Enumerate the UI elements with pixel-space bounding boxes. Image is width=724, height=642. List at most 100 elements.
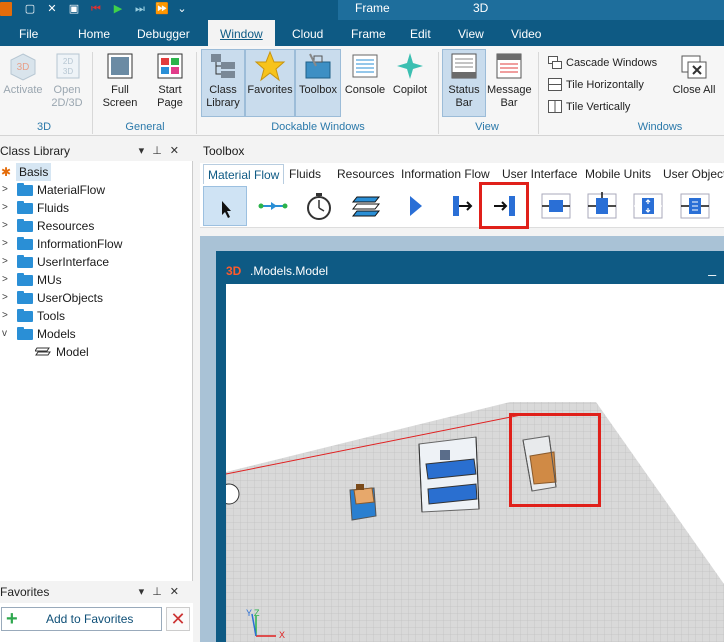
dismantle-tool[interactable]: [626, 186, 670, 226]
tab-window[interactable]: Window: [208, 20, 275, 46]
step-icon[interactable]: ⏭: [132, 2, 148, 17]
folder-icon: [17, 273, 33, 286]
toolbox-tab-user-interface[interactable]: User Interface: [502, 164, 577, 184]
stop-icon[interactable]: ⏮: [88, 2, 104, 17]
app-icon[interactable]: [0, 2, 12, 16]
context-3d-label: 3D: [473, 1, 489, 15]
play-icon[interactable]: ▶: [110, 2, 126, 17]
connector-tool[interactable]: [251, 186, 295, 226]
cascade-windows-button[interactable]: Cascade Windows: [548, 54, 657, 72]
expand-icon[interactable]: >: [2, 235, 8, 253]
collapse-icon[interactable]: v: [2, 325, 7, 343]
minimize-icon[interactable]: _: [708, 257, 716, 279]
event-controller-tool[interactable]: [297, 186, 341, 226]
copilot-button[interactable]: Copilot: [388, 50, 432, 97]
favorites-button[interactable]: Favorites: [245, 49, 295, 117]
tile-vertically-button[interactable]: Tile Vertically: [548, 98, 630, 116]
tile-horizontally-button[interactable]: Tile Horizontally: [548, 76, 644, 94]
expand-icon[interactable]: >: [2, 253, 8, 271]
status-bar-button[interactable]: Status Bar: [442, 49, 486, 117]
3d-viewport[interactable]: Y Z X: [226, 284, 724, 642]
message-bar-icon: [496, 53, 522, 79]
tab-edit[interactable]: Edit: [410, 20, 431, 46]
parallel-proc-tool[interactable]: [534, 186, 578, 226]
save-icon[interactable]: ▣: [66, 2, 82, 17]
svg-text:3D: 3D: [17, 62, 30, 73]
pointer-icon: [222, 201, 231, 218]
tile-vertically-label: Tile Vertically: [566, 101, 631, 113]
folder-icon: [17, 291, 33, 304]
expand-icon[interactable]: >: [2, 199, 8, 217]
axis-label-z: Z: [254, 608, 260, 618]
expand-icon[interactable]: >: [2, 307, 8, 325]
toolbox-tab-user-object[interactable]: User Object: [663, 164, 724, 184]
activate-button[interactable]: 3D Activate: [2, 50, 44, 97]
3d-scene[interactable]: Y Z X: [226, 284, 724, 642]
close-icon[interactable]: ✕: [170, 145, 187, 157]
add-to-favorites-button[interactable]: + Add to Favorites: [1, 607, 162, 631]
tree-item-fluids[interactable]: > Fluids: [0, 199, 193, 217]
source-object[interactable]: [349, 484, 377, 521]
toolbox-button[interactable]: Toolbox: [295, 49, 341, 117]
tab-home[interactable]: Home: [78, 20, 110, 46]
dropdown-icon[interactable]: ▾: [139, 145, 153, 157]
toolbox-tab-fluids[interactable]: Fluids: [289, 164, 321, 184]
tab-cloud[interactable]: Cloud: [292, 20, 323, 46]
assembly-tool[interactable]: [580, 186, 624, 226]
panel-controls[interactable]: ▾⊥✕: [139, 581, 187, 603]
tab-debugger[interactable]: Debugger: [137, 20, 190, 46]
toolbox-tab-mobile-units[interactable]: Mobile Units: [585, 164, 651, 184]
expand-icon[interactable]: >: [2, 289, 8, 307]
message-bar-button[interactable]: Message Bar: [487, 50, 532, 110]
pin-icon[interactable]: ⊥: [152, 586, 170, 598]
dropdown-icon[interactable]: ▾: [139, 586, 153, 598]
tree-item-model[interactable]: Model: [0, 343, 193, 361]
store-tool[interactable]: [673, 186, 717, 226]
close-all-button[interactable]: Close All: [672, 50, 716, 97]
expand-icon[interactable]: >: [2, 181, 8, 199]
pointer-tool[interactable]: [203, 186, 247, 226]
source-tool[interactable]: [392, 186, 436, 226]
open-2d3d-button[interactable]: 2D 3D Open 2D/3D: [46, 50, 88, 110]
toolbox-tab-material-flow[interactable]: Material Flow: [203, 164, 285, 184]
tree-item-materialflow[interactable]: > MaterialFlow: [0, 181, 193, 199]
folder-icon: [17, 237, 33, 250]
expand-icon[interactable]: >: [2, 271, 8, 289]
new-file-icon[interactable]: ▢: [22, 2, 38, 17]
full-screen-button[interactable]: Full Screen: [98, 50, 142, 110]
pin-icon[interactable]: ⊥: [152, 145, 170, 157]
tree-item-userinterface[interactable]: > UserInterface: [0, 253, 193, 271]
frame-tool[interactable]: [345, 186, 389, 226]
tab-video[interactable]: Video: [511, 20, 541, 46]
drain-tool[interactable]: [439, 186, 483, 226]
fast-forward-icon[interactable]: ⏩: [154, 2, 170, 17]
panel-controls[interactable]: ▾⊥✕: [139, 140, 187, 162]
tree-item-mus[interactable]: > MUs: [0, 271, 193, 289]
tab-frame[interactable]: Frame: [351, 20, 386, 46]
toolbox-header: Toolbox: [203, 144, 245, 158]
delete-icon[interactable]: ✕: [44, 2, 60, 17]
class-library-header: Class Library ▾⊥✕: [0, 140, 193, 162]
delete-favorite-button[interactable]: ✕: [166, 607, 190, 631]
close-icon[interactable]: ✕: [170, 586, 187, 598]
expand-icon[interactable]: >: [2, 217, 8, 235]
more-icon[interactable]: ⌄: [174, 2, 190, 17]
tree-item-label: MaterialFlow: [37, 183, 106, 197]
tree-item-resources[interactable]: > Resources: [0, 217, 193, 235]
tree-item-basis[interactable]: ✱ Basis: [0, 163, 193, 181]
console-button[interactable]: Console: [343, 50, 387, 97]
tab-file[interactable]: File: [19, 20, 38, 46]
frame-icon: [351, 196, 381, 217]
single-proc-object[interactable]: [418, 436, 480, 513]
tree-item-models[interactable]: v Models: [0, 325, 193, 343]
tree-item-informationflow[interactable]: > InformationFlow: [0, 235, 193, 253]
folder-icon: [17, 201, 33, 214]
class-library-button[interactable]: Class Library: [201, 49, 245, 117]
tree-item-tools[interactable]: > Tools: [0, 307, 193, 325]
tree-item-userobjects[interactable]: > UserObjects: [0, 289, 193, 307]
tab-view[interactable]: View: [458, 20, 484, 46]
start-page-button[interactable]: Start Page: [148, 50, 192, 110]
toolbox-tab-resources[interactable]: Resources: [337, 164, 394, 184]
group-label-windows: Windows: [637, 121, 683, 133]
toolbox-tab-information-flow[interactable]: Information Flow: [401, 164, 490, 184]
